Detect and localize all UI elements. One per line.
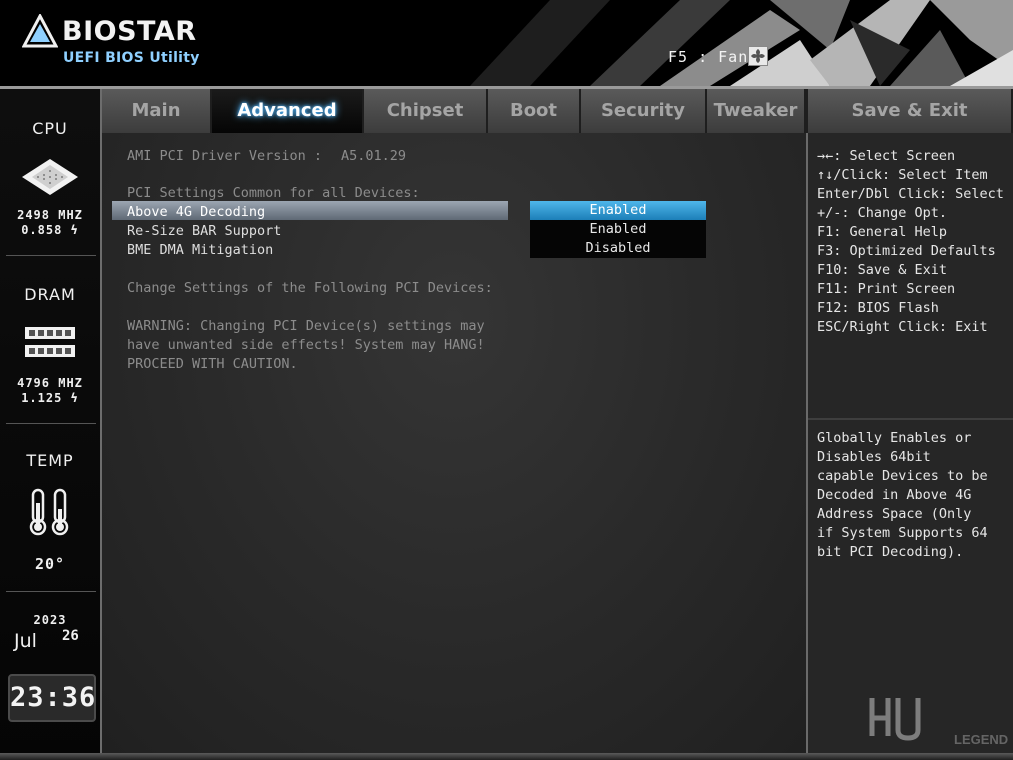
temp-title-block: TEMP: [0, 451, 100, 470]
help-key-line: F11: Print Screen: [817, 281, 956, 297]
dram-title: DRAM: [24, 285, 76, 304]
help-description-line: Globally Enables or: [817, 430, 972, 446]
cpu-stats: 2498 MHZ 0.858 ϟ: [0, 208, 100, 238]
dram-voltage: 1.125 ϟ: [21, 391, 79, 405]
tab-main[interactable]: Main: [102, 89, 212, 133]
help-key-line: F3: Optimized Defaults: [817, 243, 996, 259]
temp-title: TEMP: [26, 451, 74, 470]
setting-bme-dma-mitigation[interactable]: BME DMA Mitigation: [127, 242, 273, 258]
tab-advanced[interactable]: Advanced: [212, 89, 364, 133]
tab-boot[interactable]: Boot: [488, 89, 581, 133]
help-key-line: →←: Select Screen: [817, 148, 956, 164]
help-key-line: Enter/Dbl Click: Select: [817, 186, 1004, 202]
temp-stats: 20°: [0, 557, 100, 572]
help-divider: [808, 418, 1013, 420]
bottom-border: [0, 753, 1013, 760]
biostar-logo: BIOSTAR UEFI BIOS Utility: [22, 14, 200, 66]
warning-line: have unwanted side effects! System may H…: [127, 337, 485, 353]
brand-name: BIOSTAR: [62, 15, 197, 47]
help-description-line: Decoded in Above 4G: [817, 487, 972, 503]
help-key-line: F10: Save & Exit: [817, 262, 948, 278]
pci-devices-header: Change Settings of the Following PCI Dev…: [127, 280, 493, 296]
header-decorative-art: [470, 0, 1013, 86]
bios-subtitle: UEFI BIOS Utility: [63, 50, 200, 66]
sidebar-divider: [6, 255, 96, 256]
tab-security[interactable]: Security: [581, 89, 707, 133]
warning-line: PROCEED WITH CAUTION.: [127, 356, 298, 372]
fan-shortcut-label[interactable]: F5 : Fan: [668, 48, 748, 66]
common-settings-header: PCI Settings Common for all Devices:: [127, 185, 420, 201]
settings-panel: AMI PCI Driver Version : A5.01.29 PCI Se…: [102, 133, 806, 753]
driver-version-label: AMI PCI Driver Version :: [127, 148, 323, 164]
watermark-text: LEGEND: [954, 732, 1008, 747]
help-key-line: ↑↓/Click: Select Item: [817, 167, 988, 183]
dram-stats: 4796 MHZ 1.125 ϟ: [0, 376, 100, 406]
cpu-chip-icon: [0, 157, 100, 202]
dram-frequency: 4796 MHZ: [17, 376, 83, 390]
date-block: 2023 Jul 26: [0, 613, 100, 652]
help-description-line: if System Supports 64: [817, 525, 988, 541]
sidebar-divider: [6, 423, 96, 424]
dram-title-block: DRAM: [0, 285, 100, 304]
resize-bar-support-value[interactable]: Enabled: [530, 220, 706, 239]
header-bar: BIOSTAR UEFI BIOS Utility F5 : Fan: [0, 0, 1013, 86]
warning-line: WARNING: Changing PCI Device(s) settings…: [127, 318, 485, 334]
thermometer-icon: [0, 487, 100, 542]
help-key-line: ESC/Right Click: Exit: [817, 319, 988, 335]
help-key-line: F1: General Help: [817, 224, 948, 240]
temperature-value: 20°: [34, 555, 66, 573]
help-description-line: Disables 64bit: [817, 449, 931, 465]
driver-version-value: A5.01.29: [341, 148, 407, 164]
help-description-line: Address Space (Only: [817, 506, 972, 522]
cpu-frequency: 2498 MHZ: [17, 208, 83, 222]
tab-tweaker[interactable]: Tweaker: [707, 89, 806, 133]
watermark-logo: LEGEND: [869, 698, 1008, 747]
help-description-line: bit PCI Decoding).: [817, 544, 964, 560]
cpu-title: CPU: [32, 119, 68, 138]
menu-tab-bar: Main Advanced Chipset Boot Security Twea…: [102, 89, 1013, 133]
tab-chipset[interactable]: Chipset: [364, 89, 488, 133]
date-month: Jul: [14, 630, 37, 652]
date-day: 26: [62, 628, 79, 644]
status-sidebar: CPU 2498 MHZ 0.858 ϟ DRAM 4796 MHZ 1.125…: [0, 89, 102, 760]
help-description-line: capable Devices to be: [817, 468, 988, 484]
setting-resize-bar-support[interactable]: Re-Size BAR Support: [127, 223, 281, 239]
help-key-line: +/-: Change Opt.: [817, 205, 948, 221]
above-4g-decoding-value[interactable]: Enabled: [530, 201, 706, 220]
setting-above-4g-decoding[interactable]: Above 4G Decoding: [127, 204, 265, 220]
date-year: 2023: [33, 613, 67, 627]
help-key-line: F12: BIOS Flash: [817, 300, 939, 316]
bme-dma-mitigation-value[interactable]: Disabled: [530, 239, 706, 258]
cpu-voltage: 0.858 ϟ: [21, 223, 79, 237]
tab-save-exit[interactable]: Save & Exit: [806, 89, 1013, 133]
system-clock: 23:36: [8, 674, 96, 722]
help-panel: →←: Select Screen ↑↓/Click: Select Item …: [806, 133, 1013, 753]
cpu-title-block: CPU: [0, 119, 100, 138]
biostar-logo-icon: [22, 14, 58, 48]
sidebar-divider: [6, 591, 96, 592]
fan-icon[interactable]: [748, 46, 768, 66]
dram-module-icon: [0, 325, 100, 366]
